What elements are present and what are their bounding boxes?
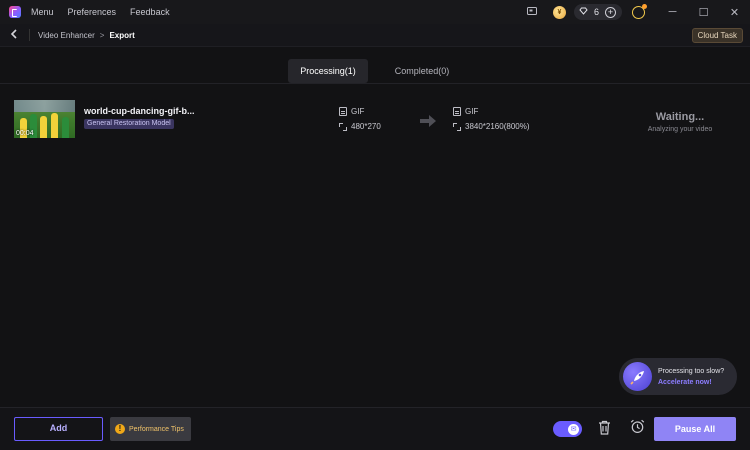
- menu-item-preferences[interactable]: Preferences: [68, 7, 117, 17]
- tab-processing[interactable]: Processing(1): [288, 59, 368, 83]
- tab-bar: Processing(1) Completed(0): [0, 59, 750, 84]
- coin-icon[interactable]: ¥: [552, 5, 566, 19]
- thumbnail-figure: [40, 116, 47, 138]
- source-format-label: GIF: [351, 107, 365, 116]
- breadcrumb-separator: >: [99, 30, 105, 40]
- source-format: GIF: [339, 107, 364, 116]
- target-resolution: 3840*2160(800%): [453, 122, 530, 131]
- pause-all-button[interactable]: Pause All: [654, 417, 736, 441]
- mail-icon: ✉: [568, 423, 579, 435]
- task-status-detail: Analyzing your video: [647, 126, 713, 133]
- back-arrow-icon[interactable]: [10, 28, 20, 42]
- diamond-icon: [579, 7, 588, 17]
- avatar-icon[interactable]: [632, 3, 647, 19]
- target-format: GIF: [453, 107, 478, 116]
- target-format-label: GIF: [465, 107, 479, 116]
- source-resolution-label: 480*270: [351, 122, 381, 131]
- breadcrumb-divider: [29, 29, 30, 41]
- credits-pill[interactable]: 6 +: [573, 4, 622, 20]
- target-resolution-label: 3840*2160(800%): [465, 122, 530, 131]
- warning-icon: !: [115, 424, 125, 434]
- tab-completed[interactable]: Completed(0): [382, 59, 462, 83]
- credits-count: 6: [593, 7, 599, 17]
- maximize-button[interactable]: ☐: [688, 6, 719, 19]
- alarm-clock-icon[interactable]: [629, 419, 645, 435]
- thumbnail-background: [14, 100, 75, 112]
- app-logo-icon: [9, 6, 21, 18]
- accelerate-text: Processing too slow? Accelerate now!: [658, 368, 724, 386]
- performance-tips-button[interactable]: ! Performance Tips: [110, 417, 191, 441]
- tab-divider: [0, 83, 750, 84]
- source-resolution: 480*270: [339, 122, 381, 131]
- breadcrumb-export: Export: [109, 30, 135, 40]
- thumbnail-figure: [51, 113, 58, 138]
- accelerate-question: Processing too slow?: [658, 367, 725, 375]
- accelerate-now-link[interactable]: Accelerate now!: [658, 379, 724, 386]
- screen-icon[interactable]: [525, 6, 539, 19]
- video-thumbnail[interactable]: 00:04: [14, 100, 75, 138]
- title-bar: Menu Preferences Feedback ¥ 6 + ─ ☐ ✕: [0, 0, 750, 24]
- add-button[interactable]: Add: [14, 417, 103, 441]
- titlebar-right-controls: ¥ 6 + ─ ☐ ✕: [525, 0, 750, 24]
- breadcrumb: Video Enhancer > Export Cloud Task: [0, 24, 750, 47]
- arrow-right-icon: [420, 114, 436, 130]
- performance-tips-label: Performance Tips: [129, 425, 184, 433]
- menu-item-feedback[interactable]: Feedback: [130, 7, 170, 17]
- minimize-button[interactable]: ─: [657, 6, 688, 18]
- menu-item-menu[interactable]: Menu: [31, 7, 54, 17]
- breadcrumb-video-enhancer[interactable]: Video Enhancer: [38, 31, 95, 40]
- model-badge: General Restoration Model: [84, 119, 174, 129]
- cloud-task-button[interactable]: Cloud Task: [691, 28, 743, 43]
- trash-icon[interactable]: [597, 420, 611, 436]
- file-icon: [339, 107, 347, 116]
- plus-icon[interactable]: +: [605, 6, 616, 18]
- resolution-icon: [339, 122, 347, 131]
- thumbnail-figure: [62, 117, 69, 138]
- rocket-icon: [623, 362, 652, 391]
- resolution-icon: [453, 122, 461, 131]
- accelerate-popup[interactable]: Processing too slow? Accelerate now!: [619, 358, 737, 395]
- close-button[interactable]: ✕: [719, 6, 750, 19]
- task-status: Waiting...: [655, 111, 705, 123]
- email-notify-toggle[interactable]: ✉: [553, 421, 582, 437]
- video-duration: 00:04: [16, 130, 34, 137]
- file-icon: [453, 107, 461, 116]
- file-name: world-cup-dancing-gif-b...: [84, 106, 195, 116]
